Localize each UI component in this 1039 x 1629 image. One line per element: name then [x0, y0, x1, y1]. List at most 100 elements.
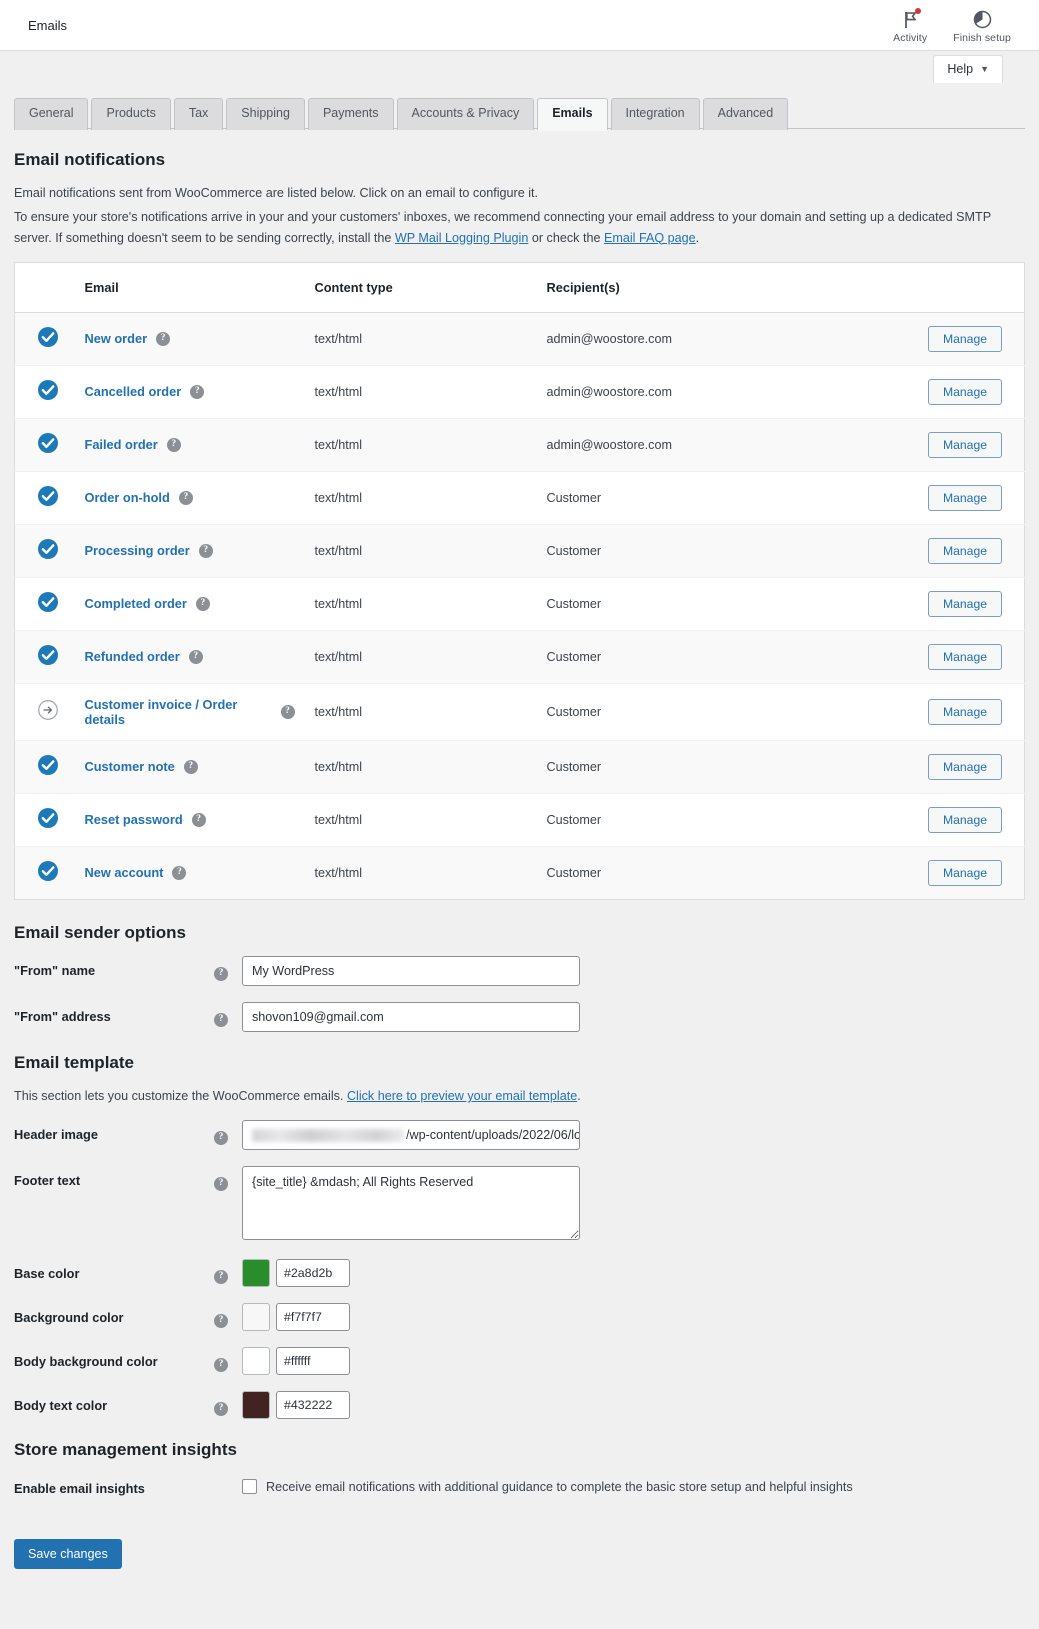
save-changes-button[interactable]: Save changes	[14, 1539, 122, 1570]
help-icon[interactable]: ?	[190, 384, 205, 399]
background-color-swatch[interactable]	[242, 1303, 270, 1332]
help-icon[interactable]: ?	[191, 812, 206, 827]
tab-advanced[interactable]: Advanced	[702, 98, 789, 130]
row-recipient-cell: Customer	[536, 630, 905, 684]
email-name-link[interactable]: Reset password	[85, 812, 183, 827]
tab-payments[interactable]: Payments	[307, 98, 394, 130]
row-email-cell: Order on-hold?	[74, 471, 305, 525]
email-name-link[interactable]: Failed order	[85, 437, 158, 452]
footer-text-textarea[interactable]	[242, 1166, 580, 1241]
email-cell-inner: Processing order?	[85, 543, 295, 558]
manage-button[interactable]: Manage	[927, 753, 1002, 780]
body-background-color-input[interactable]	[276, 1347, 350, 1376]
help-icon[interactable]: ?	[214, 1358, 228, 1373]
status-enabled-check-icon[interactable]	[37, 754, 59, 776]
from-address-input[interactable]	[242, 1001, 580, 1032]
help-icon[interactable]: ?	[156, 331, 171, 346]
base-color-input[interactable]	[276, 1259, 350, 1288]
email-name-link[interactable]: Completed order	[85, 596, 187, 611]
help-icon[interactable]: ?	[198, 543, 213, 558]
from-name-input[interactable]	[242, 955, 580, 986]
help-icon[interactable]: ?	[214, 1177, 228, 1192]
finish-setup-button[interactable]: Finish setup	[953, 7, 1011, 44]
body-text-color-swatch[interactable]	[242, 1391, 270, 1420]
status-enabled-check-icon[interactable]	[37, 644, 59, 666]
email-faq-page-link[interactable]: Email FAQ page	[604, 231, 696, 245]
email-cell-inner: New account?	[85, 865, 295, 880]
manage-button[interactable]: Manage	[927, 590, 1002, 617]
row-email-cell: Completed order?	[74, 577, 305, 631]
tab-products[interactable]: Products	[91, 98, 171, 130]
manage-button[interactable]: Manage	[927, 698, 1002, 725]
status-enabled-check-icon[interactable]	[37, 432, 59, 454]
manage-button[interactable]: Manage	[927, 537, 1002, 564]
wp-mail-logging-plugin-link[interactable]: WP Mail Logging Plugin	[395, 231, 528, 245]
manage-button[interactable]: Manage	[927, 859, 1002, 886]
activity-button[interactable]: Activity	[893, 7, 927, 44]
help-icon[interactable]: ?	[214, 1402, 228, 1417]
help-icon[interactable]: ?	[178, 490, 193, 505]
help-icon[interactable]: ?	[183, 759, 198, 774]
help-icon[interactable]: ?	[214, 1131, 228, 1146]
preview-email-template-link[interactable]: Click here to preview your email templat…	[347, 1089, 577, 1103]
manage-button[interactable]: Manage	[927, 431, 1002, 458]
flag-icon	[902, 7, 921, 31]
tab-emails[interactable]: Emails	[537, 98, 608, 130]
footer-text-label: Footer text	[14, 1173, 81, 1189]
email-name-link[interactable]: Refunded order	[85, 649, 180, 664]
base-color-row: Base color?	[14, 1259, 1025, 1288]
status-enabled-check-icon[interactable]	[37, 860, 59, 882]
enable-email-insights-checkbox[interactable]	[242, 1478, 257, 1494]
email-name-link[interactable]: Order on-hold	[85, 490, 170, 505]
email-cell-inner: New order?	[85, 331, 295, 346]
help-icon[interactable]: ?	[214, 1314, 228, 1329]
column-content-type: Content type	[304, 262, 537, 313]
help-icon[interactable]: ?	[214, 966, 228, 981]
help-icon[interactable]: ?	[214, 1270, 228, 1285]
status-enabled-check-icon[interactable]	[37, 485, 59, 507]
row-content-type-cell: text/html	[304, 312, 537, 366]
tab-accounts-privacy[interactable]: Accounts & Privacy	[396, 98, 535, 130]
help-icon[interactable]: ?	[166, 437, 181, 452]
base-color-help: ?	[214, 1259, 242, 1285]
email-name-link[interactable]: Customer note	[85, 759, 175, 774]
row-status-cell	[14, 630, 75, 684]
status-enabled-check-icon[interactable]	[37, 538, 59, 560]
header-image-field-wrap: /wp-content/uploads/2022/06/log	[242, 1120, 1025, 1151]
tab-tax[interactable]: Tax	[173, 98, 224, 130]
email-name-link[interactable]: New order	[85, 331, 148, 346]
tab-shipping[interactable]: Shipping	[226, 98, 305, 130]
body-background-color-swatch[interactable]	[242, 1347, 270, 1376]
email-name-link[interactable]: New account	[85, 865, 164, 880]
header-image-input[interactable]: /wp-content/uploads/2022/06/log	[242, 1120, 580, 1151]
help-icon[interactable]: ?	[280, 704, 295, 719]
email-cell-inner: Customer note?	[85, 759, 295, 774]
manage-button[interactable]: Manage	[927, 806, 1002, 833]
status-enabled-check-icon[interactable]	[37, 807, 59, 829]
help-icon[interactable]: ?	[188, 649, 203, 664]
email-notifications-table: Email Content type Recipient(s) New orde…	[14, 261, 1025, 900]
background-color-input[interactable]	[276, 1303, 350, 1332]
from-address-row: "From" address ?	[14, 1001, 1025, 1032]
email-name-link[interactable]: Customer invoice / Order details	[85, 697, 272, 727]
status-enabled-check-icon[interactable]	[37, 591, 59, 613]
manage-button[interactable]: Manage	[927, 484, 1002, 511]
tab-general[interactable]: General	[14, 98, 89, 130]
manage-button[interactable]: Manage	[927, 643, 1002, 670]
status-enabled-check-icon[interactable]	[37, 379, 59, 401]
help-button[interactable]: Help ▼	[933, 55, 1003, 83]
help-icon[interactable]: ?	[172, 865, 187, 880]
body-text-color-input[interactable]	[276, 1391, 350, 1420]
manage-button[interactable]: Manage	[927, 325, 1002, 352]
base-color-swatch[interactable]	[242, 1259, 270, 1288]
tab-integration[interactable]: Integration	[610, 98, 700, 130]
help-icon[interactable]: ?	[214, 1012, 228, 1027]
status-manual-arrow-icon[interactable]	[37, 699, 59, 721]
base-color-field-wrap	[242, 1259, 1025, 1288]
status-enabled-check-icon[interactable]	[37, 326, 59, 348]
help-icon[interactable]: ?	[195, 596, 210, 611]
email-name-link[interactable]: Processing order	[85, 543, 190, 558]
email-name-link[interactable]: Cancelled order	[85, 384, 182, 399]
table-row: Customer invoice / Order details? text/ht…	[14, 683, 1025, 741]
manage-button[interactable]: Manage	[927, 378, 1002, 405]
